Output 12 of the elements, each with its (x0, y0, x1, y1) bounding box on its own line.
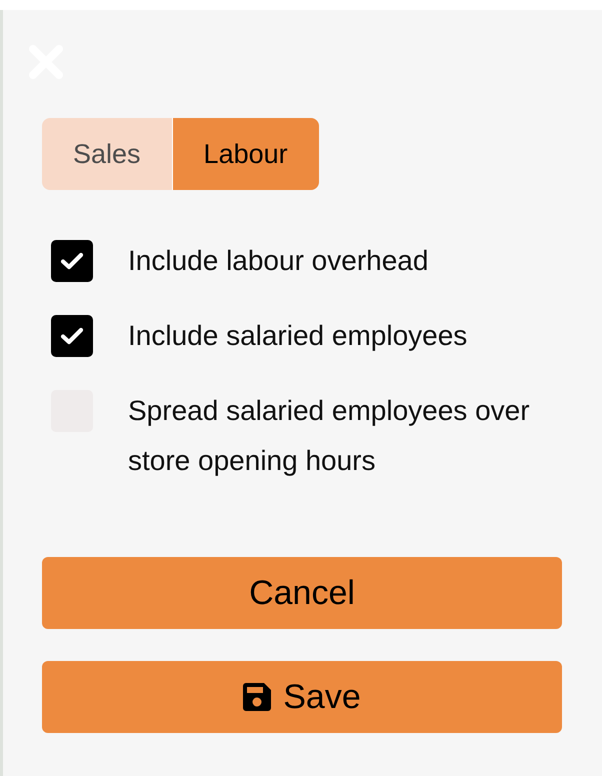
checkbox-label: Include labour overhead (128, 244, 430, 278)
cancel-button[interactable]: Cancel (42, 557, 562, 629)
checkbox[interactable] (51, 315, 93, 357)
save-icon (243, 683, 272, 711)
checkbox-label: Include salaried employees (128, 319, 468, 353)
checkbox[interactable] (51, 240, 93, 282)
tab[interactable]: Sales (42, 118, 172, 190)
tab[interactable]: Labour (172, 118, 319, 190)
check-icon (60, 327, 84, 345)
checkbox-label: Spread salaried employees over store opening hours (128, 394, 531, 478)
check-icon (60, 252, 84, 270)
save-button[interactable]: Save (42, 661, 562, 733)
